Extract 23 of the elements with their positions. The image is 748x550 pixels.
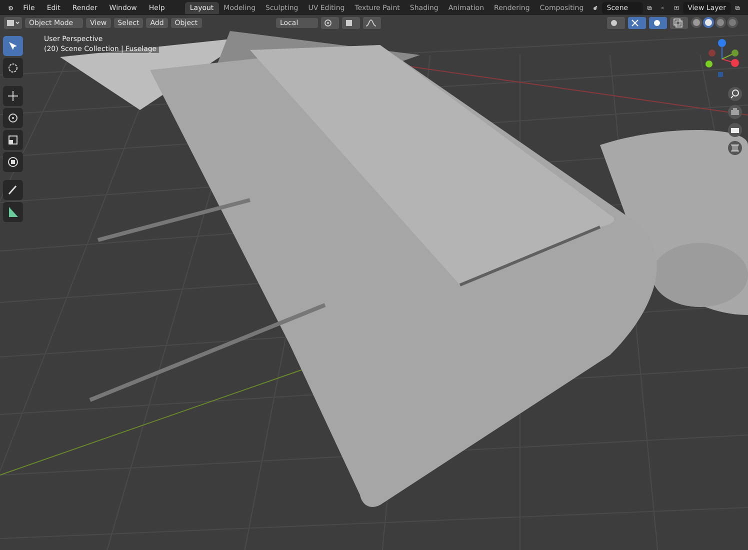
arrow-cursor-icon bbox=[7, 40, 19, 52]
tool-button[interactable] bbox=[3, 202, 23, 222]
tool-button[interactable] bbox=[3, 86, 23, 106]
dashed-circle-icon bbox=[7, 62, 19, 74]
tool-button[interactable] bbox=[3, 108, 23, 128]
overlay-toggle-icon[interactable] bbox=[649, 16, 667, 28]
zoom-icon[interactable] bbox=[728, 87, 742, 101]
pen-icon bbox=[7, 184, 19, 196]
pivot-icon[interactable] bbox=[321, 16, 339, 28]
grid-icon[interactable] bbox=[728, 141, 742, 155]
circle-dot-icon bbox=[7, 112, 19, 124]
ruler-triangle-icon bbox=[7, 206, 19, 218]
tool-button[interactable] bbox=[3, 36, 23, 56]
proportional-icon[interactable] bbox=[363, 16, 381, 28]
tool-button[interactable] bbox=[3, 152, 23, 172]
cross-arrows-icon bbox=[7, 90, 19, 102]
xray-icon[interactable] bbox=[670, 16, 688, 28]
tool-button[interactable] bbox=[3, 58, 23, 78]
tool-button[interactable] bbox=[3, 180, 23, 200]
tool-button[interactable] bbox=[3, 130, 23, 150]
viewport-editor-icon[interactable] bbox=[4, 16, 22, 28]
scale-square-icon bbox=[7, 134, 19, 146]
snap-icon[interactable] bbox=[342, 16, 360, 28]
